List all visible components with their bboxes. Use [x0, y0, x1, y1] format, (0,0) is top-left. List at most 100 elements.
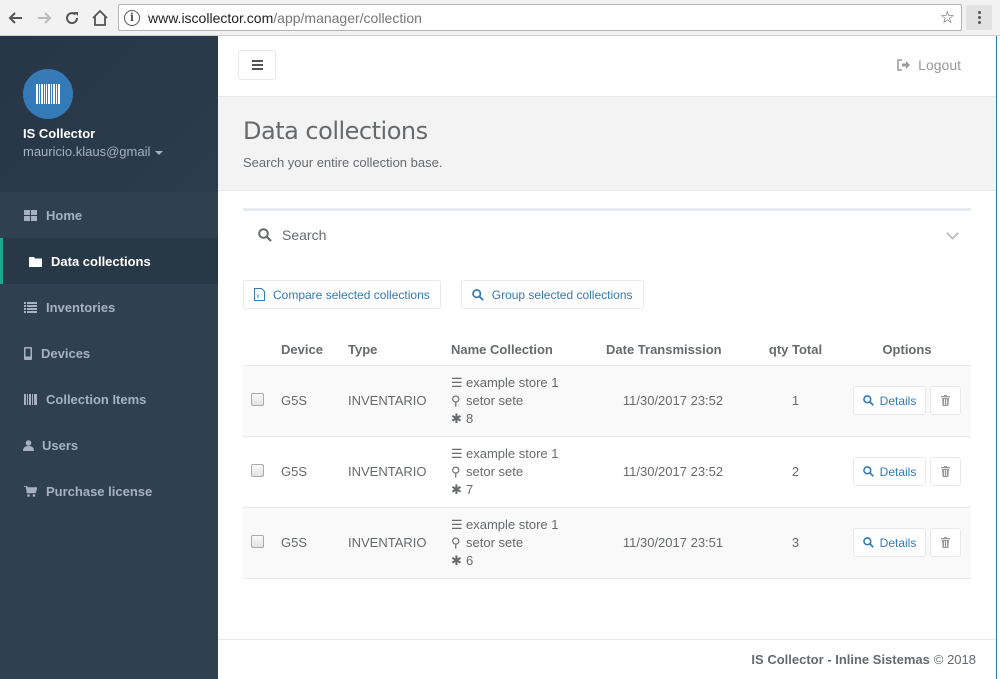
device-cell: G5S: [273, 436, 340, 508]
reload-button[interactable]: [60, 6, 84, 30]
type-cell: INVENTARIO: [340, 436, 443, 508]
collection-location: setor sete: [466, 534, 524, 550]
info-icon[interactable]: i: [124, 9, 140, 26]
name-collection-cell: ☰ example store 1 ⚲ setor sete ✱ 6: [443, 507, 598, 579]
sidebar-item-label: Purchase license: [46, 483, 153, 499]
delete-button[interactable]: [930, 457, 962, 486]
user-dropdown[interactable]: mauricio.klaus@gmail: [23, 144, 164, 159]
details-label: Details: [879, 535, 917, 550]
star-icon[interactable]: ☆: [940, 8, 955, 28]
device-cell: G5S: [273, 507, 340, 579]
sidebar-item-home[interactable]: Home: [0, 192, 218, 238]
sidebar: IS Collector mauricio.klaus@gmail Home D…: [0, 36, 218, 679]
collection-location: setor sete: [466, 463, 524, 479]
chevron-down-icon[interactable]: [946, 227, 959, 240]
group-label: Group selected collections: [491, 287, 633, 302]
footer-brand: IS Collector - Inline Sistemas: [751, 652, 930, 667]
search-icon: [862, 395, 874, 406]
name-collection-cell: ☰ example store 1 ⚲ setor sete ✱ 7: [443, 436, 598, 508]
date-cell: 11/30/2017 23:52: [598, 436, 748, 508]
delete-button[interactable]: [930, 386, 962, 415]
column-header: Type: [340, 335, 443, 366]
sidebar-item-purchase-license[interactable]: Purchase license: [0, 468, 218, 514]
reload-icon: [66, 12, 79, 25]
cart-icon: [23, 485, 37, 497]
menu-icon: [977, 11, 981, 14]
trash-icon: [941, 537, 951, 548]
row-checkbox[interactable]: [251, 534, 264, 548]
list-icon: [23, 301, 37, 313]
puzzle-icon: ✱: [451, 410, 462, 426]
trash-icon: [941, 395, 951, 406]
table-row: G5S INVENTARIO ☰ example store 1 ⚲ setor s…: [243, 507, 971, 579]
list-icon: ☰: [451, 374, 463, 390]
sidebar-item-inventories[interactable]: Inventories: [0, 284, 218, 330]
url-path: /app/manager/collection: [273, 9, 422, 26]
user-email: mauricio.klaus@gmail: [23, 144, 151, 159]
column-header: Date Transmission: [598, 335, 748, 366]
column-header: Options: [843, 335, 971, 366]
logout-link[interactable]: Logout: [897, 57, 961, 73]
caret-down-icon: [155, 150, 164, 155]
toggle-sidebar-button[interactable]: [238, 50, 276, 80]
barcode-logo-icon: [36, 84, 60, 104]
search-icon: [258, 227, 272, 242]
type-cell: INVENTARIO: [340, 507, 443, 579]
sidebar-item-label: Data collections: [51, 253, 151, 269]
hamburger-icon: [251, 60, 263, 62]
delete-button[interactable]: [930, 528, 962, 557]
sidebar-item-devices[interactable]: Devices: [0, 330, 218, 376]
device-cell: G5S: [273, 365, 340, 437]
top-navbar: Logout: [218, 36, 996, 97]
grid-icon: [23, 209, 37, 221]
sidebar-item-users[interactable]: Users: [0, 422, 218, 468]
main-content: Logout Data collections Search your enti…: [218, 36, 996, 679]
sidebar-item-label: Devices: [41, 345, 91, 361]
back-icon: [8, 12, 22, 24]
collection-code: 8: [466, 410, 474, 426]
page-heading: Data collections Search your entire coll…: [218, 97, 996, 191]
collection-name: example store 1: [466, 445, 559, 461]
details-button[interactable]: Details: [852, 457, 927, 486]
table-header-row: Device Type Name Collection Date Transmi…: [243, 335, 971, 366]
file-excel-icon: x: [254, 288, 265, 301]
column-header: Device: [273, 335, 340, 366]
column-header: Name Collection: [443, 335, 598, 366]
details-button[interactable]: Details: [852, 528, 927, 557]
row-checkbox[interactable]: [251, 463, 264, 477]
collection-name: example store 1: [466, 516, 559, 532]
content-area: Search x Compare selected collections Gr…: [218, 191, 996, 579]
collection-actions: x Compare selected collections Group sel…: [243, 280, 971, 309]
browser-menu-button[interactable]: [966, 5, 992, 30]
window-edge: [996, 36, 1000, 679]
collection-name: example store 1: [466, 374, 559, 390]
list-icon: ☰: [451, 445, 463, 461]
footer: IS Collector - Inline Sistemas © 2018: [218, 639, 996, 679]
sidebar-item-data-collections[interactable]: Data collections: [0, 238, 218, 284]
search-panel-toggle[interactable]: Search: [243, 208, 971, 258]
home-button[interactable]: [88, 6, 112, 30]
name-collection-cell: ☰ example store 1 ⚲ setor sete ✱ 8: [443, 365, 598, 437]
svg-text:x: x: [257, 294, 260, 300]
search-icon: [862, 466, 874, 477]
back-button[interactable]: [4, 6, 28, 30]
details-button[interactable]: Details: [852, 386, 927, 415]
compare-collections-button[interactable]: x Compare selected collections: [243, 280, 441, 309]
browser-toolbar: i www.iscollector.com/app/manager/collec…: [0, 0, 1000, 36]
group-collections-button[interactable]: Group selected collections: [460, 280, 644, 309]
details-label: Details: [879, 464, 917, 479]
collection-location: setor sete: [466, 392, 524, 408]
table-row: G5S INVENTARIO ☰ example store 1 ⚲ setor s…: [243, 436, 971, 508]
map-marker-icon: ⚲: [451, 392, 461, 408]
address-bar[interactable]: i www.iscollector.com/app/manager/collec…: [118, 4, 962, 31]
user-icon: [23, 439, 34, 451]
barcode-icon: [23, 393, 37, 405]
table-row: G5S INVENTARIO ☰ example store 1 ⚲ setor s…: [243, 365, 971, 437]
forward-icon: [38, 12, 52, 24]
compare-label: Compare selected collections: [273, 287, 430, 302]
details-label: Details: [879, 393, 917, 408]
forward-button[interactable]: [32, 6, 56, 30]
puzzle-icon: ✱: [451, 481, 462, 497]
sidebar-item-collection-items[interactable]: Collection Items: [0, 376, 218, 422]
row-checkbox[interactable]: [251, 392, 264, 406]
